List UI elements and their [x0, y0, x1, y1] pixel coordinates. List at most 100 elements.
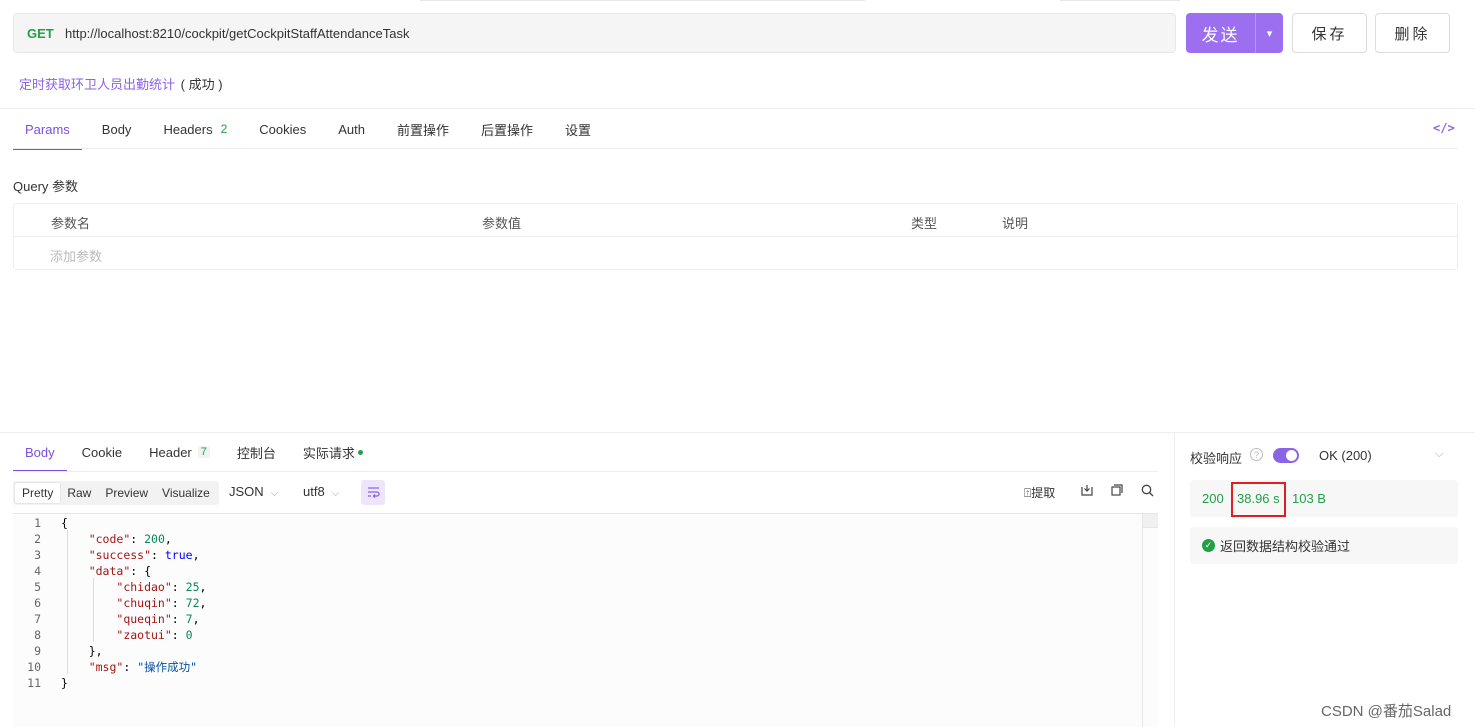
json-value-chuqin: 72	[185, 596, 200, 610]
response-tab-header[interactable]: Header 7	[137, 433, 222, 471]
line-number: 7	[34, 612, 41, 626]
tabs-divider	[13, 148, 1458, 149]
tab-label: Cookies	[259, 121, 307, 137]
tab-label: Auth	[338, 121, 365, 137]
params-table: 参数名 参数值 类型 说明 添加参数	[13, 203, 1458, 270]
language-value: JSON	[229, 484, 264, 499]
json-value-queqin: 7	[185, 612, 193, 626]
word-wrap-icon	[367, 487, 380, 498]
validate-response-toggle[interactable]	[1273, 448, 1299, 463]
format-visualize[interactable]: Visualize	[155, 483, 217, 503]
top-edge	[0, 0, 1475, 2]
save-button[interactable]: 保存	[1292, 13, 1367, 53]
tab-label: 后置操作	[481, 122, 534, 138]
copy-icon[interactable]	[1111, 484, 1123, 499]
headers-count-badge: 2	[220, 122, 228, 136]
encoding-value: utf8	[303, 484, 325, 499]
chevron-down-icon[interactable]: ⌵	[1435, 448, 1443, 461]
request-tabs: Params Body Headers 2 Cookies Auth 前置操作 后…	[13, 109, 611, 150]
validation-result-text: 返回数据结构校验通过	[1220, 539, 1351, 554]
tab-label: Cookie	[81, 444, 123, 460]
line-number: 10	[27, 660, 41, 674]
highlight-annotation	[1231, 482, 1286, 517]
json-value-zaotui: 0	[185, 628, 193, 642]
url-bar[interactable]: GET http://localhost:8210/cockpit/getCoc…	[13, 13, 1176, 53]
response-tabs: Body Cookie Header 7 控制台 实际请求	[13, 433, 378, 472]
response-tab-actual-request[interactable]: 实际请求	[291, 433, 375, 471]
tab-label: Header	[149, 444, 192, 460]
response-tab-cookie[interactable]: Cookie	[70, 433, 134, 471]
extract-label: 提取	[1031, 486, 1056, 500]
tab-label: Body	[101, 121, 132, 137]
http-method[interactable]: GET	[27, 26, 65, 41]
check-circle-icon: ✓	[1202, 539, 1215, 552]
tab-label: Params	[25, 121, 70, 137]
code-snippet-icon[interactable]: </>	[1433, 121, 1455, 135]
format-pretty[interactable]: Pretty	[15, 483, 61, 503]
column-header-value: 参数值	[482, 216, 522, 231]
column-header-type: 类型	[911, 216, 938, 231]
tab-body[interactable]: Body	[90, 109, 144, 149]
json-value-success: true	[164, 548, 193, 562]
tab-pre-actions[interactable]: 前置操作	[385, 109, 461, 149]
response-panel-divider	[1174, 433, 1175, 727]
extract-button[interactable]: ⍐提取	[1024, 484, 1055, 501]
line-number: 4	[34, 564, 41, 578]
line-number: 3	[34, 548, 41, 562]
line-number: 11	[27, 676, 41, 690]
status-dot-icon	[357, 449, 363, 455]
word-wrap-button[interactable]	[361, 480, 385, 505]
response-tab-body[interactable]: Body	[13, 433, 67, 472]
column-header-description: 说明	[1002, 216, 1029, 231]
encoding-select[interactable]: utf8 ⌵	[303, 484, 339, 499]
tab-params[interactable]: Params	[13, 109, 82, 150]
response-status-text: OK (200)	[1319, 448, 1372, 463]
line-number: 9	[34, 644, 41, 658]
delete-button[interactable]: 删除	[1375, 13, 1450, 53]
tab-post-actions[interactable]: 后置操作	[469, 109, 545, 149]
watermark: CSDN @番茄Salad	[1321, 703, 1452, 720]
send-options-chevron-icon[interactable]: ▾	[1256, 13, 1283, 53]
json-value-chidao: 25	[185, 580, 200, 594]
response-tab-console[interactable]: 控制台	[225, 433, 288, 471]
header-count-badge: 7	[197, 446, 210, 458]
chevron-down-icon: ⌵	[331, 488, 340, 499]
api-name-link[interactable]: 定时获取环卫人员出勤统计	[19, 77, 175, 92]
url-input[interactable]: http://localhost:8210/cockpit/getCockpit…	[65, 26, 409, 41]
tab-label: 控制台	[236, 445, 276, 461]
api-status: ( 成功 )	[180, 77, 223, 92]
download-icon[interactable]	[1081, 484, 1093, 499]
line-number: 2	[34, 532, 41, 546]
tab-label: 前置操作	[396, 122, 449, 138]
language-select[interactable]: JSON ⌵	[229, 484, 278, 499]
line-number: 5	[34, 580, 41, 594]
tab-label: Headers	[163, 121, 213, 137]
status-code: 200	[1202, 491, 1224, 506]
chevron-down-icon: ⌵	[270, 488, 279, 499]
editor-scrollbar-thumb[interactable]	[1142, 514, 1158, 528]
format-raw[interactable]: Raw	[60, 483, 98, 503]
send-button[interactable]: 发送 ▾	[1186, 13, 1283, 53]
response-body-editor[interactable]: 1{ 2 "code": 200, 3 "success": true, 4 "…	[13, 513, 1158, 727]
json-value-msg: "操作成功"	[137, 660, 198, 674]
line-number: 1	[34, 516, 41, 530]
query-params-title: Query 参数	[13, 179, 79, 194]
add-param-input[interactable]: 添加参数	[50, 246, 102, 265]
tab-cookies[interactable]: Cookies	[247, 109, 318, 149]
response-size: 103 B	[1292, 491, 1326, 506]
help-icon[interactable]: ?	[1250, 448, 1263, 461]
response-tabs-divider	[13, 471, 1158, 472]
tab-label: 设置	[565, 122, 592, 138]
format-preview[interactable]: Preview	[98, 483, 155, 503]
send-button-label[interactable]: 发送	[1186, 13, 1256, 53]
tab-auth[interactable]: Auth	[326, 109, 377, 149]
editor-scrollbar[interactable]	[1142, 514, 1158, 727]
tab-headers[interactable]: Headers 2	[151, 109, 239, 149]
json-value-code: 200	[144, 532, 165, 546]
search-icon[interactable]	[1141, 484, 1154, 500]
params-table-header: 参数名 参数值 类型 说明	[14, 204, 1457, 237]
validation-result: ✓ 返回数据结构校验通过	[1190, 527, 1458, 564]
format-switcher: Pretty Raw Preview Visualize	[13, 481, 219, 505]
tab-label: 实际请求	[302, 445, 355, 461]
tab-settings[interactable]: 设置	[553, 109, 603, 149]
